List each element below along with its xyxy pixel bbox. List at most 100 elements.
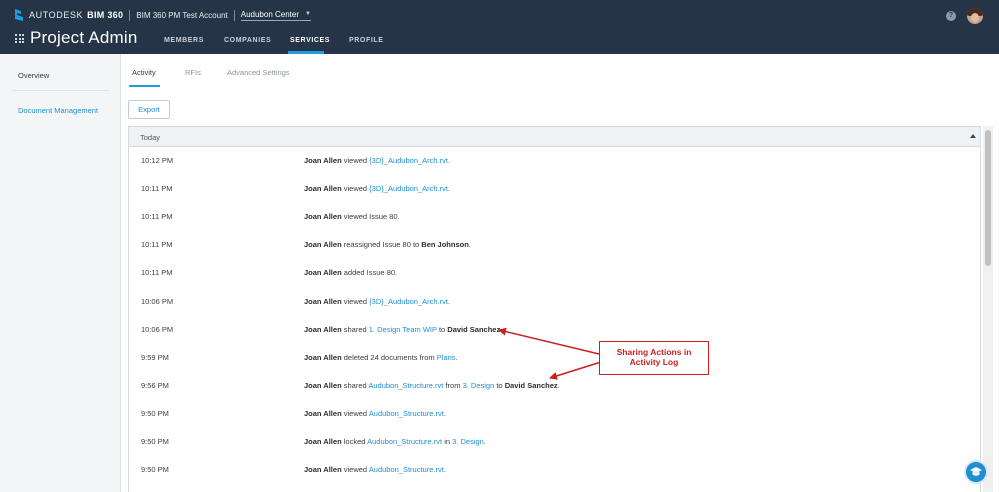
activity-description: Joan Allen locked Audubon_Structure.rvt … [304,437,486,446]
activity-text: shared [341,324,369,334]
avatar[interactable] [967,8,983,24]
activity-user: Joan Allen [304,324,342,334]
tab-active-indicator [129,85,160,87]
activity-row: 9:50 PM Joan Allen locked Audubon_Structu… [129,428,980,456]
activity-link[interactable]: Audubon_Structure.rvt [369,409,444,418]
activity-description: Joan Allen shared 1. Design Team WIP to … [304,325,502,334]
activity-link[interactable]: Plans [437,353,456,362]
brand-product: BIM 360 [87,10,124,20]
activity-row: 9:59 PM Joan Allen deleted 24 documents f… [129,344,980,372]
activity-description: Joan Allen deleted 24 documents from Pla… [304,353,458,362]
activity-user: David Sanchez [504,380,558,390]
project-selector[interactable]: Audubon Center ▼ [240,10,311,21]
activity-user: Joan Allen [304,380,342,390]
activity-row: 9:50 PM Joan Allen viewed Audubon_Structu… [129,456,980,484]
activity-text: . [557,380,560,390]
annotation-callout: Sharing Actions in Activity Log [599,341,709,375]
group-label: Today [140,133,161,142]
activity-time: 9:50 PM [141,465,169,475]
activity-text: from [443,380,463,390]
sidebar-item-overview[interactable]: Overview [18,71,49,80]
bim360-logo-icon [15,9,23,21]
activity-user: Joan Allen [304,268,342,278]
callout-line-1: Sharing Actions in [616,347,692,357]
help-icon[interactable]: ? [946,11,956,21]
activity-time: 9:59 PM [141,352,169,362]
collapse-icon[interactable] [970,134,976,138]
caret-down-icon: ▼ [305,11,311,17]
activity-row: 10:11 PM Joan Allen viewed {3D}_Audubon_A… [129,175,980,203]
activity-row: 10:06 PM Joan Allen viewed {3D}_Audubon_A… [129,288,980,316]
scrollbar-thumb[interactable] [985,130,991,266]
account-name[interactable]: BIM 360 PM Test Account [136,11,227,20]
activity-row: 10:11 PM Joan Allen added Issue 80. [129,259,980,287]
activity-link[interactable]: 3. Design [452,437,484,446]
nav-members[interactable]: MEMBERS [164,37,204,44]
activity-log: Today 10:12 PM Joan Allen viewed {3D}_Aud… [128,126,981,492]
activity-link[interactable]: 3. Design [463,381,495,390]
export-button[interactable]: Export [128,100,170,119]
learning-button[interactable] [964,460,988,484]
activity-time: 9:50 PM [141,408,169,418]
activity-text: . [447,296,451,306]
activity-user: David Sanchez [447,324,501,334]
activity-row: 9:50 PM Joan Allen viewed Audubon_Structu… [129,400,980,428]
activity-link[interactable]: Audubon_Structure.rvt [369,465,444,474]
activity-time: 9:50 PM [141,437,169,446]
brand-autodesk: AUTODESK [29,10,84,20]
nav-profile[interactable]: PROFILE [349,37,384,44]
tab-activity[interactable]: Activity [132,68,156,77]
callout-line-2: Activity Log [629,357,679,367]
activity-text: reassigned Issue 80 to [341,240,422,250]
activity-user: Joan Allen [304,184,342,194]
activity-time: 10:06 PM [141,296,174,306]
page-title: Project Admin [30,28,138,47]
activity-user: Joan Allen [304,408,342,418]
activity-user: Joan Allen [304,240,342,250]
activity-row: 9:56 PM Joan Allen shared Audubon_Structu… [129,372,980,400]
activity-description: Joan Allen viewed {3D}_Audubon_Arch.rvt. [304,184,450,193]
activity-link[interactable]: {3D}_Audubon_Arch.rvt [369,156,448,165]
activity-link[interactable]: {3D}_Audubon_Arch.rvt [369,184,448,193]
activity-text: . [455,352,458,362]
activity-time: 10:11 PM [141,240,173,250]
tab-rfis[interactable]: RFIs [185,68,201,77]
activity-description: Joan Allen reassigned Issue 80 to Ben Jo… [304,240,471,249]
activity-text: viewed [341,184,370,194]
activity-text: shared [341,380,369,390]
top-header: AUTODESK BIM 360 BIM 360 PM Test Account… [0,0,999,54]
brand: AUTODESK BIM 360 BIM 360 PM Test Account… [14,8,311,22]
activity-link[interactable]: Audubon_Structure.rvt [367,437,442,446]
tab-advanced-settings[interactable]: Advanced Settings [227,68,290,77]
app-grid-icon[interactable] [15,34,24,43]
activity-text: . [443,465,446,475]
activity-text: deleted 24 documents from [341,352,437,362]
scrollbar[interactable] [983,126,993,492]
nav-services[interactable]: SERVICES [290,37,330,44]
nav-companies[interactable]: COMPANIES [224,37,271,44]
activity-text: viewed [341,296,370,306]
activity-row: 10:11 PM Joan Allen reassigned Issue 80 t… [129,231,980,259]
activity-text: viewed Issue 80. [341,212,400,222]
activity-user: Joan Allen [304,465,342,475]
activity-row: 10:12 PM Joan Allen viewed {3D}_Audubon_A… [129,147,980,175]
activity-text: viewed [341,156,370,165]
graduation-cap-icon [970,467,982,476]
activity-text: to [436,324,448,334]
divider [233,9,235,21]
activity-text: . [483,437,486,446]
sidebar-item-document-management[interactable]: Document Management [18,106,98,115]
service-tabs: Activity RFIs Advanced Settings [122,54,999,87]
activity-text: in [442,437,453,446]
activity-time: 10:11 PM [141,184,173,194]
activity-link[interactable]: 1. Design Team WIP [369,325,437,334]
group-header[interactable]: Today [129,127,980,147]
activity-link[interactable]: {3D}_Audubon_Arch.rvt [369,297,448,306]
activity-description: Joan Allen viewed Audubon_Structure.rvt. [304,409,446,418]
activity-row: 10:11 PM Joan Allen viewed Issue 80. [129,203,980,231]
sidebar: Overview Document Management [0,54,121,492]
activity-time: 10:11 PM [141,212,173,222]
activity-description: Joan Allen viewed {3D}_Audubon_Arch.rvt. [304,297,450,306]
activity-link[interactable]: Audubon_Structure.rvt [368,381,443,390]
activity-description: Joan Allen viewed Issue 80. [304,212,400,221]
